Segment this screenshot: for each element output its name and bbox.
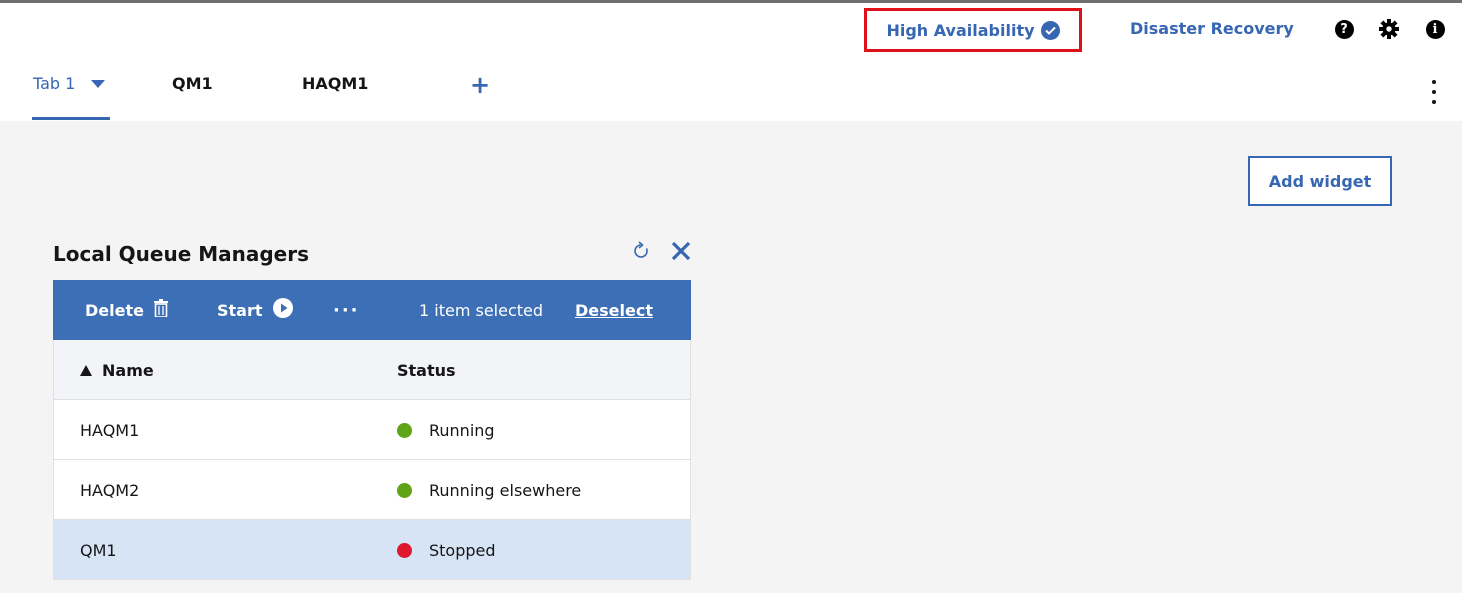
checkmark-icon [1040,20,1060,40]
disaster-recovery-link[interactable]: Disaster Recovery [1130,19,1294,38]
batch-action-toolbar: Delete Start ··· 1 item selected Deselec… [53,280,691,340]
delete-button[interactable]: Delete [85,280,168,340]
column-label: Name [102,360,154,380]
chevron-down-icon[interactable] [91,79,106,88]
sort-ascending-icon [80,364,92,376]
status-text: Stopped [429,540,496,560]
delete-label: Delete [85,300,144,320]
status-dot-icon [397,542,412,558]
info-icon[interactable]: i [1424,18,1446,40]
high-availability-link[interactable]: High Availability [864,8,1082,52]
tab-qm1[interactable]: QM1 [172,74,213,93]
tab-label: Tab 1 [33,74,76,93]
overflow-menu-icon[interactable] [1427,80,1441,104]
status-dot-icon [397,422,412,438]
start-label: Start [217,300,263,320]
queue-manager-name: QM1 [80,540,117,560]
status-dot-icon [397,482,412,498]
queue-manager-name: HAQM2 [80,480,140,500]
close-icon[interactable] [670,240,692,262]
deselect-button[interactable]: Deselect [575,280,653,340]
add-tab-icon[interactable]: + [470,73,490,97]
column-header-name[interactable]: Name [80,340,154,400]
active-tab-indicator [32,117,110,120]
help-icon[interactable]: ? [1333,18,1355,40]
table-row[interactable]: HAQM1 Running [53,400,691,460]
add-widget-button[interactable]: Add widget [1248,156,1392,206]
more-actions-button[interactable]: ··· [333,280,360,340]
status-text: Running elsewhere [429,480,582,500]
table-header: Name Status [53,340,691,400]
status-cell: Stopped [397,520,496,580]
play-icon [272,298,293,322]
queue-managers-table: Name Status HAQM1 Running HAQM2 Running … [53,340,691,580]
trash-icon [153,299,168,321]
status-cell: Running [397,400,495,460]
refresh-icon[interactable] [632,240,652,262]
start-button[interactable]: Start [217,280,293,340]
widget-title: Local Queue Managers [53,242,310,266]
table-row[interactable]: HAQM2 Running elsewhere [53,460,691,520]
table-row[interactable]: QM1 Stopped [53,520,691,580]
status-cell: Running elsewhere [397,460,581,520]
selection-count: 1 item selected [419,300,544,320]
status-text: Running [429,420,495,440]
tab-tab-1[interactable]: Tab 1 [33,74,106,93]
queue-manager-name: HAQM1 [80,420,140,440]
high-availability-label: High Availability [886,20,1035,40]
settings-gear-icon[interactable] [1378,18,1400,40]
tab-haqm1[interactable]: HAQM1 [302,74,368,93]
column-header-status[interactable]: Status [397,340,456,400]
